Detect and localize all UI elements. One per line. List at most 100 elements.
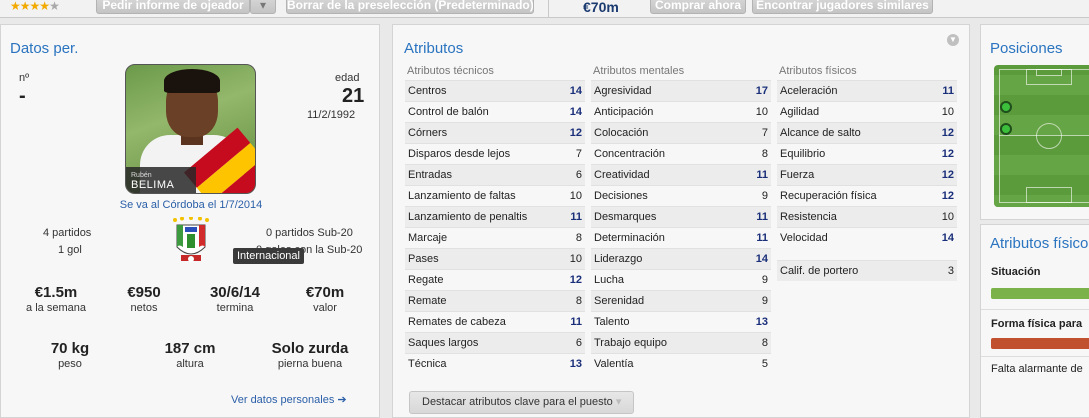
attribute-value: 11 — [570, 211, 582, 223]
contract-label: termina — [216, 302, 254, 314]
attribute-value: 17 — [755, 85, 768, 97]
attribute-value: 14 — [755, 253, 768, 265]
view-personal-data-link[interactable]: Ver datos personales ➔ — [231, 393, 347, 406]
attribute-row: Pases 10 — [405, 248, 585, 269]
attribute-name: Marcaje — [408, 232, 448, 244]
attribute-value: 7 — [575, 148, 582, 160]
attribute-name: Técnica — [408, 358, 447, 370]
age-label: edad — [335, 72, 360, 84]
attribute-row: Equilibrio 12 — [777, 143, 957, 164]
attribute-value: 8 — [575, 295, 582, 307]
attribute-row: Valentía 5 — [591, 353, 771, 374]
contract-end: 30/6/14 termina — [190, 284, 280, 314]
mental-list: Agresividad 17 Anticipación 10 Colocación 7 Co… — [591, 80, 771, 374]
player-surname: BELIMA — [131, 179, 175, 191]
attribute-name: Agilidad — [780, 106, 820, 118]
contract-value: 30/6/14 — [209, 284, 261, 301]
attribute-row: Trabajo equipo 8 — [591, 332, 771, 353]
attribute-value: 9 — [761, 190, 768, 202]
attribute-name: Córners — [408, 127, 448, 139]
attribute-value: 14 — [569, 106, 582, 118]
attribute-value: 12 — [941, 169, 954, 181]
caps-count: 4 partidos — [43, 227, 92, 239]
star-icon: ★ — [19, 0, 31, 13]
attribute-row: Anticipación 10 — [591, 101, 771, 122]
chevron-down-icon[interactable]: ▼ — [947, 34, 959, 46]
attribute-value: 10 — [569, 253, 582, 265]
divider — [981, 356, 1089, 357]
attribute-name: Lucha — [594, 274, 624, 286]
transfer-link[interactable]: Se va al Córdoba el 1/7/2014 — [1, 199, 381, 211]
attribute-row: Remate 8 — [405, 290, 585, 311]
highlight-key-attributes-button[interactable]: Destacar atributos clave para el puesto … — [409, 391, 635, 414]
panel-title: Atributos — [404, 40, 464, 57]
attribute-name: Regate — [408, 274, 444, 286]
attribute-row: Velocidad 14 — [777, 227, 957, 248]
attribute-row: Técnica 13 — [405, 353, 585, 374]
goalkeeper-rating: Calif. de portero 3 — [777, 260, 957, 281]
attribute-value: 6 — [575, 169, 582, 181]
physical-header: Atributos físicos — [779, 65, 857, 77]
asking-price: €70m — [583, 0, 619, 15]
mental-header: Atributos mentales — [593, 65, 685, 77]
remove-shortlist-button[interactable]: Borrar de la preselección (Predeterminad… — [286, 0, 534, 14]
chevron-down-icon[interactable]: ▾ — [250, 0, 276, 14]
position-dot — [1000, 101, 1012, 113]
attribute-value: 10 — [755, 106, 768, 118]
buy-now-button[interactable]: Comprar ahora — [650, 0, 746, 14]
personal-data-panel: Datos per. nº - Rubén BELIMA edad 21 11/… — [0, 24, 380, 418]
penalty-box — [1026, 187, 1072, 203]
attribute-row: Control de balón 14 — [405, 101, 585, 122]
attribute-row: Regate 12 — [405, 269, 585, 290]
attribute-value: 11 — [570, 316, 582, 328]
attribute-name: Lanzamiento de penaltis — [408, 211, 528, 223]
attribute-row: Córners 12 — [405, 122, 585, 143]
attribute-value: 11 — [756, 169, 768, 181]
find-similar-button[interactable]: Encontrar jugadores similares — [752, 0, 933, 14]
attribute-name: Serenidad — [594, 295, 645, 307]
attribute-row: Disparos desde lejos 7 — [405, 143, 585, 164]
weight-label: peso — [58, 358, 82, 370]
attribute-row: Fuerza 12 — [777, 164, 957, 185]
attribute-value: 14 — [569, 85, 582, 97]
weight-value: 70 kg — [50, 340, 90, 357]
net-value: €950 — [127, 284, 161, 301]
fitness-label: Forma física para — [991, 318, 1083, 330]
attribute-value: 12 — [569, 274, 582, 286]
weekly-wage: €1.5m a la semana — [11, 284, 101, 314]
attribute-row: Agresividad 17 — [591, 80, 771, 101]
attribute-row: Marcaje 8 — [405, 227, 585, 248]
attribute-value: 13 — [755, 316, 768, 328]
attribute-row: Lanzamiento de faltas 10 — [405, 185, 585, 206]
net-wage: €950 netos — [99, 284, 189, 314]
pitch-diagram — [994, 65, 1089, 207]
attribute-row: Liderazgo 14 — [591, 248, 771, 269]
half-star-icon: ★ — [39, 0, 50, 13]
attribute-row: Desmarques 11 — [591, 206, 771, 227]
height-value: 187 cm — [164, 340, 216, 357]
attribute-value: 8 — [575, 232, 582, 244]
attribute-value: 12 — [941, 127, 954, 139]
attribute-name: Lanzamiento de faltas — [408, 190, 516, 202]
fitness-bar — [991, 338, 1089, 349]
technical-header: Atributos técnicos — [407, 65, 494, 77]
attribute-row: Colocación 7 — [591, 122, 771, 143]
attribute-row: Concentración 8 — [591, 143, 771, 164]
attribute-value: 12 — [569, 127, 582, 139]
attribute-row: Alcance de salto 12 — [777, 122, 957, 143]
attribute-value: 11 — [942, 85, 954, 97]
attribute-name: Saques largos — [408, 337, 479, 349]
attribute-name: Aceleración — [780, 85, 838, 97]
attribute-name: Alcance de salto — [780, 127, 861, 139]
attribute-value: 5 — [761, 358, 768, 370]
attribute-name: Liderazgo — [594, 253, 643, 265]
attribute-name: Disparos desde lejos — [408, 148, 511, 160]
attribute-row: Remates de cabeza 11 — [405, 311, 585, 332]
net-label: netos — [130, 302, 158, 314]
top-toolbar: ★★★★★ Pedir informe de ojeador ▾ Borrar … — [0, 0, 1089, 18]
scout-report-button[interactable]: Pedir informe de ojeador — [96, 0, 250, 14]
attribute-value: 11 — [756, 232, 768, 244]
star-icon: ★ — [29, 0, 41, 13]
alarm-label: Falta alarmante de — [991, 363, 1083, 375]
attribute-name: Remates de cabeza — [408, 316, 506, 328]
